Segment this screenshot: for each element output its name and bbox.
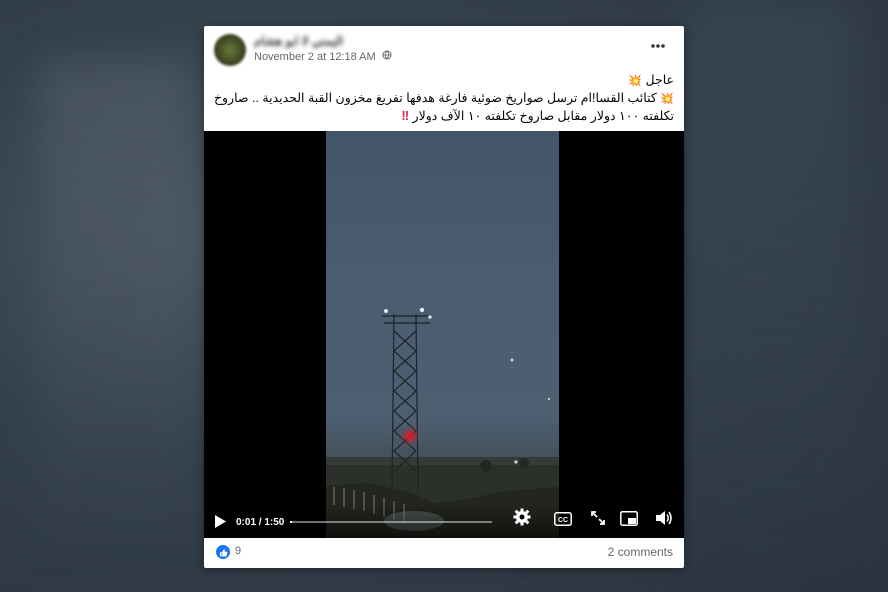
volume-icon[interactable] xyxy=(655,510,673,531)
post-text: عاجل 💥 💥 كتائب القسا!ام ترسل صواريخ ضوئي… xyxy=(214,72,674,125)
double-exclamation-emoji: ‼ xyxy=(401,109,410,123)
video-progress-fill xyxy=(290,521,293,523)
video-time: 0:01 / 1:50 xyxy=(236,517,285,528)
author-avatar[interactable] xyxy=(214,34,246,66)
post-header: الشيخ اليمني لا ابو هشام November 2 at 1… xyxy=(204,26,684,74)
like-count[interactable]: 9 xyxy=(235,545,241,557)
post-timestamp[interactable]: November 2 at 12:18 AM xyxy=(254,51,376,63)
burst-emoji: 💥 xyxy=(660,93,674,105)
burst-emoji: 💥 xyxy=(628,75,643,87)
video-scene xyxy=(326,307,559,538)
post-footer: 9 2 comments xyxy=(204,538,684,568)
svg-text:CC: CC xyxy=(558,517,568,524)
captions-icon[interactable]: CC xyxy=(554,512,572,531)
post-meta: November 2 at 12:18 AM xyxy=(254,50,392,63)
post-text-line-2: 💥 كتائب القسا!ام ترسل صواريخ ضوئية فارغة… xyxy=(213,91,674,105)
more-options-icon[interactable] xyxy=(650,36,666,54)
like-reaction-icon[interactable] xyxy=(216,545,230,559)
video-frame xyxy=(326,131,559,538)
fullscreen-icon[interactable] xyxy=(590,510,606,531)
background-blur-right xyxy=(688,0,858,592)
author-name[interactable]: الشيخ اليمني لا ابو هشام xyxy=(254,34,344,48)
comments-link[interactable]: 2 comments xyxy=(608,545,673,559)
video-player[interactable]: 0:01 / 1:50 CC xyxy=(204,131,684,538)
picture-in-picture-icon[interactable] xyxy=(620,511,638,531)
post-text-line-1: عاجل 💥 xyxy=(628,73,674,87)
video-controls: 0:01 / 1:50 CC xyxy=(204,504,684,538)
background-blur-left xyxy=(40,60,190,540)
post-text-line-3: تكلفته ١٠٠ دولار مقابل صاروخ تكلفته ١٠ ا… xyxy=(401,109,674,123)
post-card: الشيخ اليمني لا ابو هشام November 2 at 1… xyxy=(204,26,684,568)
globe-icon xyxy=(382,50,392,63)
play-icon[interactable] xyxy=(214,515,226,531)
settings-icon[interactable] xyxy=(513,508,531,531)
video-progress-bar[interactable] xyxy=(290,521,492,523)
